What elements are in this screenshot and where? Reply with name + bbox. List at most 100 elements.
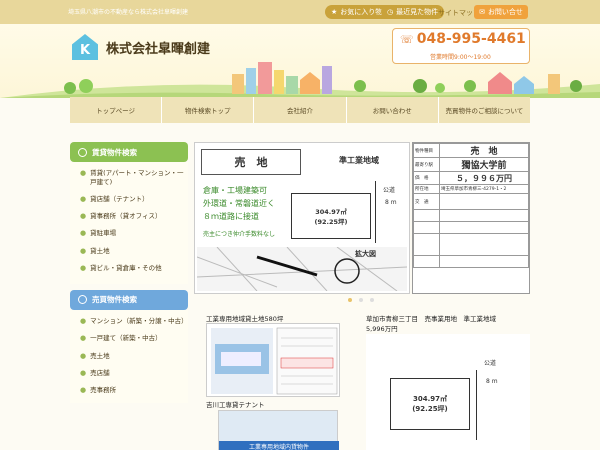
sidebar-item-label: 貸店舗（テナント） bbox=[90, 194, 149, 203]
traffic-value bbox=[439, 193, 529, 210]
sidebar-item-label: 売土地 bbox=[90, 351, 110, 360]
recent-label: 最近見た物件 bbox=[396, 8, 439, 16]
card-image-sale-land[interactable]: 304.97㎡ (92.25坪) 公道 8 m bbox=[366, 334, 530, 450]
bullet-icon: ● bbox=[80, 169, 87, 177]
inquiry-button[interactable]: ✉ お問い合せ bbox=[474, 5, 528, 19]
slide-dot-1[interactable] bbox=[348, 298, 352, 302]
mail-icon: ✉ bbox=[479, 8, 485, 16]
slide-note: 売主につき仲介手数料なし bbox=[203, 231, 276, 238]
plot-diagram: 304.97㎡ (92.25坪) bbox=[291, 193, 371, 239]
station-label: 最寄り駅 bbox=[413, 157, 440, 172]
type-label: 物件種目 bbox=[413, 143, 440, 158]
sidebar-item-sale-land[interactable]: ● 売土地 bbox=[70, 348, 188, 365]
plot-tsubo: (92.25坪) bbox=[412, 405, 448, 413]
rental-search-title: 賃貸物件検索 bbox=[92, 147, 137, 157]
slide-title: 売 地 bbox=[201, 149, 301, 175]
sidebar: 賃貸物件検索 ● 賃貸(アパート・マンション・一戸建て) ● 貸店舗（テナント） ●… bbox=[70, 142, 188, 403]
clock-icon: ◷ bbox=[387, 8, 394, 16]
property-table: 物件種目売 地 最寄り駅 獨協大学前 価 格 ５，９９６万円 所在地 埼玉県草加市青柳… bbox=[413, 143, 529, 268]
sale-search-title: 売買物件検索 bbox=[92, 295, 137, 305]
address-value: 埼玉県草加市青柳三-4279-1・2 bbox=[439, 184, 529, 194]
slide-desc-line: 外環道・常磐道近く bbox=[203, 198, 275, 208]
bullet-icon: ● bbox=[80, 316, 87, 325]
sidebar-item-label: 売事務所 bbox=[90, 386, 117, 395]
phone-number[interactable]: ☏ 048-995-4461 bbox=[400, 31, 526, 47]
rental-list: ● 賃貸(アパート・マンション・一戸建て) ● 貸店舗（テナント） ● 貸事務所（貸オ… bbox=[70, 162, 188, 284]
sidebar-item-label: 貸ビル・貸倉庫・その他 bbox=[90, 264, 162, 273]
plot-area: 304.97㎡ bbox=[412, 395, 447, 403]
card-image-rental-tenant[interactable]: 工業専用地域内貸物件 bbox=[218, 410, 339, 450]
sidebar-item-rental-office[interactable]: ● 貸事務所（貸オフィス） bbox=[70, 208, 188, 225]
plot-tsubo: (92.25坪) bbox=[314, 218, 348, 226]
bullet-icon: ● bbox=[80, 264, 87, 273]
nav-contact[interactable]: お問い合わせ bbox=[345, 97, 438, 123]
bullet-icon: ● bbox=[80, 211, 87, 220]
slide-description: 倉庫・工場建築可 外環道・常磐道近く ８ｍ道路に接道 bbox=[203, 185, 275, 223]
bullet-icon: ● bbox=[80, 334, 87, 343]
slide-dot-2[interactable] bbox=[359, 298, 363, 302]
site-tagline: 埼玉県八潮市の不動産なら株式会社皐暉創建 bbox=[68, 9, 189, 16]
card-title[interactable]: 工業専用地域貸土地580坪 bbox=[206, 313, 283, 323]
slide-dot-3[interactable] bbox=[370, 298, 374, 302]
nav-sale-consult[interactable]: 売買物件のご相談について bbox=[437, 97, 530, 123]
card-banner: 工業専用地域内貸物件 bbox=[219, 441, 339, 450]
zoom-label: 拡大図 bbox=[355, 250, 376, 258]
road-width: 8 m bbox=[486, 378, 498, 385]
property-sheet[interactable]: 物件種目売 地 最寄り駅 獨協大学前 価 格 ５，９９６万円 所在地 埼玉県草加市青柳… bbox=[412, 142, 530, 294]
sidebar-item-label: 貸駐車場 bbox=[90, 229, 117, 238]
town-illustration bbox=[0, 62, 600, 98]
type-value: 売 地 bbox=[439, 143, 529, 158]
nav-search[interactable]: 物件検索トップ bbox=[161, 97, 253, 123]
nav-company[interactable]: 会社紹介 bbox=[253, 97, 345, 123]
road-width: 8 m bbox=[385, 199, 397, 206]
search-icon bbox=[78, 295, 87, 305]
sidebar-item-rental-parking[interactable]: ● 貸駐車場 bbox=[70, 225, 188, 242]
bullet-icon: ● bbox=[80, 386, 87, 395]
slide-zone: 準工業地域 bbox=[339, 156, 379, 165]
card-title[interactable]: 草加市青柳三丁目 売事業用地 準工業地域 bbox=[366, 313, 496, 323]
card-title[interactable]: 吉川工専貸テナント bbox=[206, 399, 265, 409]
star-icon: ★ bbox=[331, 8, 338, 16]
company-name[interactable]: 株式会社皐暉創建 bbox=[106, 38, 210, 57]
slide-desc-line: 倉庫・工場建築可 bbox=[203, 186, 267, 195]
phone-number-text: 048-995-4461 bbox=[416, 31, 526, 47]
sidebar-item-label: 一戸建て（新築・中古） bbox=[90, 334, 162, 343]
sidebar-item-label: 賃貸(アパート・マンション・一戸建て) bbox=[90, 169, 184, 186]
plot-area: 304.97㎡ bbox=[315, 208, 347, 216]
traffic-label: 交 通 bbox=[413, 193, 440, 210]
price-label: 価 格 bbox=[413, 171, 440, 185]
sale-list: ● マンション（新築・分譲・中古） ● 一戸建て（新築・中古） ● 売土地 ● 売店舗 … bbox=[70, 309, 188, 403]
station-value: 獨協大学前 bbox=[439, 157, 529, 172]
address-label: 所在地 bbox=[413, 184, 440, 194]
business-hours: 営業時間9:00～19:00 bbox=[430, 54, 491, 61]
price-value: ５，９９６万円 bbox=[439, 171, 529, 185]
nav-top[interactable]: トップページ bbox=[70, 97, 161, 123]
sale-search-header[interactable]: 売買物件検索 bbox=[70, 289, 188, 310]
sidebar-item-sale-office[interactable]: ● 売事務所 bbox=[70, 382, 188, 399]
bullet-icon: ● bbox=[80, 351, 87, 360]
rental-search-header[interactable]: 賃貸物件検索 bbox=[70, 142, 188, 162]
sidebar-item-rental-shop[interactable]: ● 貸店舗（テナント） bbox=[70, 191, 188, 208]
featured-slide[interactable]: 売 地 準工業地域 倉庫・工場建築可 外環道・常磐道近く ８ｍ道路に接道 売主に… bbox=[194, 142, 410, 294]
sidebar-item-rental-other[interactable]: ● 貸ビル・貸倉庫・その他 bbox=[70, 260, 188, 277]
bullet-icon: ● bbox=[80, 246, 87, 255]
recent-button[interactable]: ◷ 最近見た物件 bbox=[381, 5, 445, 19]
bullet-icon: ● bbox=[80, 229, 87, 238]
bullet-icon: ● bbox=[80, 369, 87, 378]
slide-desc-line: ８ｍ道路に接道 bbox=[203, 211, 259, 221]
card-price: 5,996万円 bbox=[366, 325, 398, 333]
sidebar-item-rental-housing[interactable]: ● 賃貸(アパート・マンション・一戸建て) bbox=[70, 165, 188, 191]
road-label: 公道 bbox=[383, 187, 396, 194]
plot-diagram: 304.97㎡ (92.25坪) bbox=[390, 378, 470, 430]
sidebar-item-label: 貸事務所（貸オフィス） bbox=[90, 211, 162, 220]
sidebar-item-sale-house[interactable]: ● 一戸建て（新築・中古） bbox=[70, 330, 188, 347]
sidebar-item-rental-land[interactable]: ● 貸土地 bbox=[70, 243, 188, 260]
phone-icon: ☏ bbox=[400, 33, 414, 46]
sidebar-item-sale-shop[interactable]: ● 売店舗 bbox=[70, 365, 188, 382]
sidebar-item-label: 貸土地 bbox=[90, 246, 110, 255]
road-line bbox=[476, 370, 477, 440]
sidebar-item-sale-mansion[interactable]: ● マンション（新築・分譲・中古） bbox=[70, 313, 188, 330]
bullet-icon: ● bbox=[80, 194, 87, 203]
card-image-rental-land[interactable] bbox=[206, 323, 340, 397]
inquiry-label: お問い合せ bbox=[487, 8, 523, 16]
